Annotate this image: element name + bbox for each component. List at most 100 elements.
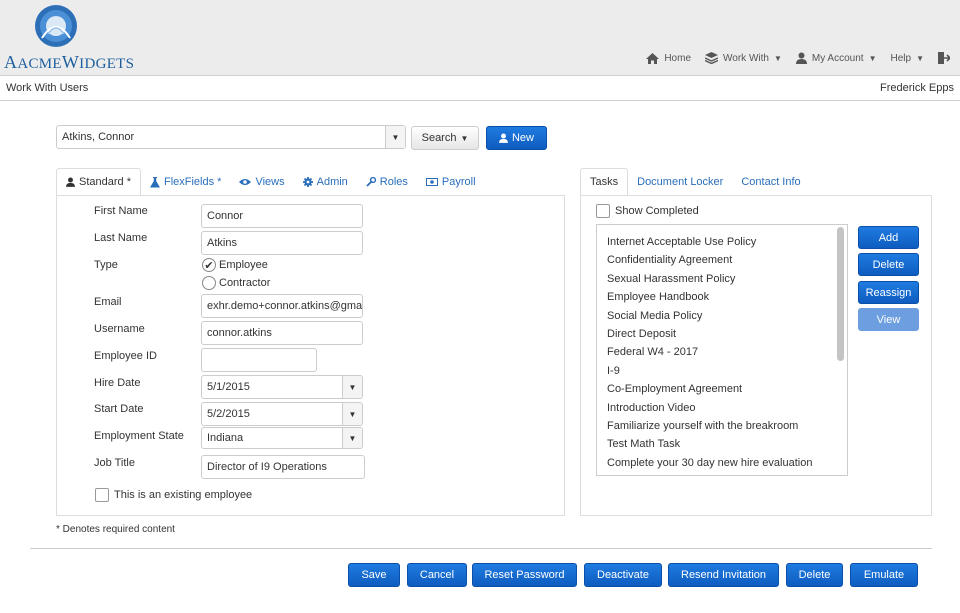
task-tabs: Tasks Document Locker Contact Info xyxy=(580,168,810,196)
logout-icon xyxy=(938,52,950,64)
checkbox-box[interactable] xyxy=(95,488,109,502)
user-select-dropdown-button[interactable]: ▼ xyxy=(385,126,405,148)
tab-flexfields-label: FlexFields * xyxy=(163,176,222,188)
task-list-item[interactable]: Employee Handbook xyxy=(597,288,847,306)
username-input[interactable]: connor.atkins xyxy=(201,321,363,345)
first-name-input[interactable]: Connor xyxy=(201,204,363,228)
tab-views-label: Views xyxy=(255,176,285,188)
hire-date-dropdown-button[interactable]: ▼ xyxy=(342,376,362,398)
nav-work-with[interactable]: Work With ▼ xyxy=(705,52,782,64)
tab-views[interactable]: Views xyxy=(230,168,293,196)
tab-payroll[interactable]: Payroll xyxy=(417,168,485,196)
tab-flexfields[interactable]: FlexFields * xyxy=(141,168,230,196)
task-list-item[interactable]: I-9 xyxy=(597,362,847,380)
add-task-button[interactable]: Add xyxy=(858,226,919,249)
delete-task-button[interactable]: Delete xyxy=(858,253,919,276)
show-completed-checkbox[interactable]: Show Completed xyxy=(596,204,699,218)
task-list-item[interactable]: Direct Deposit xyxy=(597,325,847,343)
last-name-input[interactable]: Atkins xyxy=(201,231,363,255)
tab-standard[interactable]: Standard * xyxy=(56,168,141,196)
job-title-input[interactable]: Director of I9 Operations xyxy=(201,455,365,479)
acmewidgets-logo-icon xyxy=(35,5,77,47)
task-list-item[interactable]: Federal W4 - 2017 xyxy=(597,343,847,361)
nav-help[interactable]: Help ▼ xyxy=(891,53,925,64)
task-list-item[interactable]: Internet Acceptable Use Policy xyxy=(597,233,847,251)
task-list-item[interactable]: Social Media Policy xyxy=(597,307,847,325)
tab-document-locker[interactable]: Document Locker xyxy=(628,168,732,196)
start-date-value: 5/2/2015 xyxy=(207,408,250,420)
nav-my-account[interactable]: My Account ▼ xyxy=(795,52,877,64)
job-title-label: Job Title xyxy=(94,457,135,469)
brand-name: AAcmeWIDGETS xyxy=(4,52,135,72)
tab-tasks[interactable]: Tasks xyxy=(580,168,629,196)
tab-roles-label: Roles xyxy=(379,176,408,188)
task-list-item[interactable]: Co-Employment Agreement xyxy=(597,380,847,398)
view-task-button[interactable]: View xyxy=(858,308,919,331)
delete-user-button[interactable]: Delete xyxy=(786,563,843,587)
eye-icon xyxy=(239,179,252,185)
checkbox-box[interactable] xyxy=(596,204,610,218)
employment-state-dropdown-button[interactable]: ▼ xyxy=(342,428,362,448)
user-icon xyxy=(66,177,75,187)
new-user-button-label: New xyxy=(511,132,534,144)
deactivate-button[interactable]: Deactivate xyxy=(584,563,662,587)
tab-contact-info[interactable]: Contact Info xyxy=(732,168,809,196)
start-date-label: Start Date xyxy=(94,403,144,415)
start-date-input[interactable]: 5/2/2015 ▼ xyxy=(201,402,363,426)
chevron-down-icon: ▼ xyxy=(348,409,357,419)
nav-help-label: Help xyxy=(890,52,912,64)
tab-contact-info-label: Contact Info xyxy=(741,176,801,188)
task-list-scrollbar[interactable] xyxy=(837,227,844,361)
gear-icon xyxy=(302,177,313,187)
task-list-item[interactable]: Complete your 30 day new hire evaluation xyxy=(597,454,847,472)
email-label: Email xyxy=(94,296,122,308)
money-icon xyxy=(425,178,438,186)
nav-home[interactable]: Home xyxy=(646,52,692,64)
user-detail-tabs: Standard * FlexFields * Views Admin Role… xyxy=(56,168,485,196)
nav-my-account-label: My Account xyxy=(811,52,864,64)
user-select[interactable]: Atkins, Connor ▼ xyxy=(56,125,406,149)
task-list-item[interactable]: Familiarize yourself with the breakroom xyxy=(597,417,847,435)
start-date-dropdown-button[interactable]: ▼ xyxy=(342,403,362,425)
user-icon xyxy=(498,133,508,143)
existing-employee-label: This is an existing employee xyxy=(114,489,253,501)
existing-employee-checkbox[interactable]: This is an existing employee xyxy=(95,488,252,502)
reassign-task-button[interactable]: Reassign xyxy=(858,281,919,304)
tab-standard-label: Standard * xyxy=(79,176,131,188)
username-label: Username xyxy=(94,323,145,335)
emulate-button[interactable]: Emulate xyxy=(850,563,918,587)
top-header: AAcmeWIDGETS Home Work With ▼ My Account… xyxy=(0,0,960,76)
type-contractor-radio[interactable]: Contractor xyxy=(202,276,270,290)
type-employee-radio[interactable]: ✔ Employee xyxy=(202,258,268,272)
task-list-items: Internet Acceptable Use Policy Confidenti… xyxy=(597,225,847,472)
required-note: * Denotes required content xyxy=(56,524,175,535)
employment-state-value: Indiana xyxy=(207,432,244,444)
chevron-down-icon: ▼ xyxy=(348,382,357,392)
radio-empty-icon xyxy=(202,276,216,290)
reset-password-button[interactable]: Reset Password xyxy=(472,563,577,587)
save-button[interactable]: Save xyxy=(348,563,400,587)
employee-id-input[interactable] xyxy=(201,348,317,372)
hire-date-input[interactable]: 5/1/2015 ▼ xyxy=(201,375,363,399)
tab-admin[interactable]: Admin xyxy=(294,168,357,196)
task-list-item[interactable]: Confidentiality Agreement xyxy=(597,251,847,269)
nav-home-label: Home xyxy=(664,52,692,64)
logout-button[interactable] xyxy=(938,52,950,64)
chevron-down-icon: ▼ xyxy=(868,53,877,63)
cancel-button[interactable]: Cancel xyxy=(407,563,467,587)
current-user-name: Frederick Epps xyxy=(880,82,954,94)
chevron-down-icon: ▼ xyxy=(391,132,400,142)
tab-roles[interactable]: Roles xyxy=(357,168,417,196)
email-input[interactable]: exhr.demo+connor.atkins@gmai xyxy=(201,294,363,318)
task-list[interactable]: Internet Acceptable Use Policy Confidenti… xyxy=(596,224,848,476)
tab-payroll-label: Payroll xyxy=(441,176,476,188)
resend-invitation-button[interactable]: Resend Invitation xyxy=(668,563,779,587)
new-user-button[interactable]: New xyxy=(486,126,547,150)
type-employee-label: Employee xyxy=(219,259,268,271)
task-list-item[interactable]: Introduction Video xyxy=(597,399,847,417)
task-list-item[interactable]: Test Math Task xyxy=(597,435,847,453)
show-completed-label: Show Completed xyxy=(615,205,699,217)
employment-state-select[interactable]: Indiana ▼ xyxy=(201,427,363,449)
task-list-item[interactable]: Sexual Harassment Policy xyxy=(597,270,847,288)
search-button[interactable]: Search ▼ xyxy=(411,126,479,150)
